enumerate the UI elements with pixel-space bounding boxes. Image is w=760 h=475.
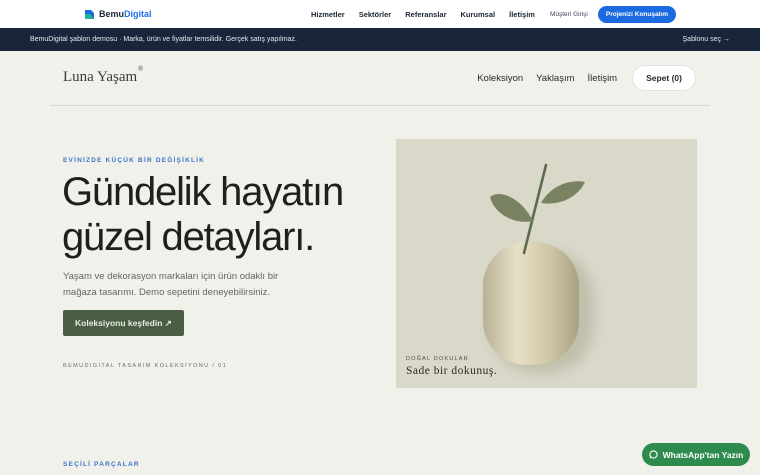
agency-logo-accent: Digital [124, 9, 152, 19]
nav-referanslar[interactable]: Referanslar [398, 10, 453, 19]
hero-description: Yaşam ve dekorasyon markaları için ürün … [63, 271, 279, 298]
plant-leaf-right [541, 181, 585, 204]
registered-mark: ® [137, 65, 144, 73]
image-eyebrow: DOĞAL DOKULAR [406, 356, 469, 362]
customer-login-link[interactable]: Müşteri Girişi [542, 11, 598, 18]
cart-button[interactable]: Sepet (0) [632, 65, 696, 91]
collection-caption: BEMUDIGITAL TASARIM KOLEKSİYONU / 01 [63, 363, 228, 369]
plant-stem [522, 163, 548, 255]
whatsapp-icon [648, 450, 658, 459]
store-logo-text: Luna Yaşam [63, 69, 138, 85]
nav-kurumsal[interactable]: Kurumsal [454, 10, 503, 19]
store-nav-iletisim[interactable]: İletişim [588, 73, 618, 84]
bemu-logo-icon [84, 9, 95, 20]
nav-iletisim[interactable]: İletişim [502, 10, 542, 19]
demo-notice-text: BemuDigital şablon demosu · Marka, ürün … [30, 36, 297, 43]
store-nav-koleksiyon[interactable]: Koleksiyon [477, 73, 523, 84]
vase-body [483, 242, 579, 365]
whatsapp-button[interactable]: WhatsApp'tan Yazın [642, 443, 750, 466]
nav-hizmetler[interactable]: Hizmetler [304, 10, 352, 19]
header-divider [50, 105, 710, 106]
agency-header: Bemu Digital Hizmetler Sektörler Referans… [0, 0, 760, 28]
agency-logo[interactable]: Bemu Digital [84, 9, 152, 20]
hero-eyebrow: EVİNİZDE KÜÇÜK BİR DEĞİŞİKLİK [63, 157, 206, 164]
hero-title: Gündelik hayatın güzel detayları. [62, 170, 344, 259]
project-cta-button[interactable]: Projenizi Konuşalım [597, 5, 676, 23]
agency-logo-main: Bemu [99, 9, 125, 19]
vase-illustration [483, 163, 594, 373]
store-nav: Koleksiyon Yaklaşım İletişim Sepet (0) [477, 65, 696, 91]
select-template-link[interactable]: Şablonu seç → [683, 36, 730, 43]
plant-leaf-left [490, 194, 533, 222]
agency-nav: Hizmetler Sektörler Referanslar Kurumsal… [304, 5, 742, 23]
store-header: Luna Yaşam ® Koleksiyon Yaklaşım İletişim… [0, 51, 760, 106]
store-nav-yaklasim[interactable]: Yaklaşım [536, 73, 574, 84]
hero-product-image: DOĞAL DOKULAR Sade bir dokunuş. [396, 139, 697, 388]
explore-collection-button[interactable]: Koleksiyonu keşfedin ↗ [63, 310, 184, 336]
store-logo[interactable]: Luna Yaşam ® [63, 65, 143, 86]
featured-section-label: SEÇİLİ PARÇALAR [63, 461, 140, 468]
image-caption: Sade bir dokunuş. [406, 365, 498, 377]
nav-sektorler[interactable]: Sektörler [352, 10, 399, 19]
demo-notice-bar: BemuDigital şablon demosu · Marka, ürün … [0, 28, 760, 51]
whatsapp-label: WhatsApp'tan Yazın [662, 449, 744, 460]
